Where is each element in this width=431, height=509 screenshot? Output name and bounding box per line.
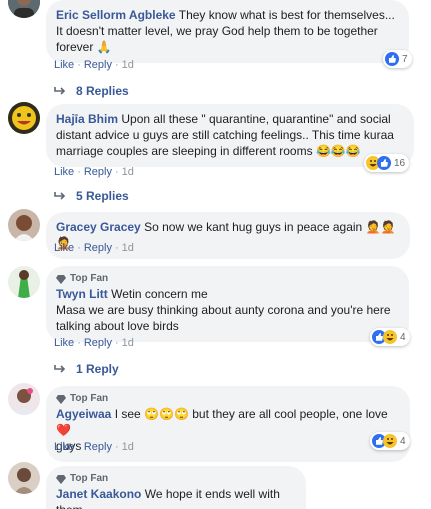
like-link[interactable]: Like	[54, 242, 74, 254]
separator-dot: ·	[114, 166, 119, 178]
comment-text: I see	[114, 407, 141, 421]
haha-icon	[383, 330, 397, 344]
view-replies-link[interactable]: 8 Replies	[54, 84, 129, 98]
separator-dot: ·	[77, 166, 81, 178]
heart-emoji: ❤️	[56, 423, 71, 437]
diamond-icon	[56, 274, 66, 284]
comment-author[interactable]: Gracey Gracey	[56, 220, 141, 234]
avatar[interactable]	[8, 266, 40, 298]
reaction-summary[interactable]: 4	[370, 328, 410, 346]
separator-dot: ·	[77, 59, 81, 71]
reaction-count: 7	[402, 53, 408, 65]
replies-label: 8 Replies	[76, 84, 129, 98]
comment-bubble: Eric Sellorm Agbleke They know what is b…	[46, 0, 409, 63]
haha-icon	[383, 434, 397, 448]
pray-emoji: 🙏	[96, 40, 112, 54]
comment-actions: Like · Reply · 1d	[54, 59, 134, 71]
separator-dot: ·	[114, 441, 119, 453]
laughing-emoji: 😂😂😂	[315, 144, 361, 158]
timestamp[interactable]: 1d	[122, 242, 134, 254]
replies-label: 5 Replies	[76, 189, 129, 203]
like-icon	[377, 156, 391, 170]
separator-dot: ·	[77, 242, 81, 254]
avatar[interactable]	[8, 102, 40, 134]
reaction-count: 16	[394, 157, 406, 169]
replies-label: 1 Reply	[76, 362, 119, 376]
reaction-count: 4	[400, 331, 406, 343]
top-fan-badge: Top Fan	[56, 393, 400, 405]
diamond-icon	[56, 474, 66, 484]
like-link[interactable]: Like	[54, 59, 74, 71]
comment-text: Wetin concern me	[111, 287, 208, 301]
top-fan-badge: Top Fan	[56, 273, 399, 285]
separator-dot: ·	[77, 337, 81, 349]
separator-dot: ·	[114, 242, 119, 254]
comment-author[interactable]: Hajīa Bhim	[56, 112, 118, 126]
reaction-summary[interactable]: 4	[370, 432, 410, 450]
comment-actions: Like · Reply · 1d	[54, 242, 134, 254]
view-replies-link[interactable]: 5 Replies	[54, 189, 129, 203]
comment-bubble: Hajīa Bhim Upon all these " quarantine, …	[46, 104, 414, 167]
comment-actions: Like · Reply · 1d	[54, 441, 134, 453]
separator-dot: ·	[114, 59, 119, 71]
reply-arrow-icon	[54, 87, 66, 95]
comment-author[interactable]: Twyn Litt	[56, 287, 108, 301]
avatar[interactable]	[8, 209, 40, 241]
reply-link[interactable]: Reply	[84, 166, 112, 178]
comment-text: So now we kant hug guys in peace again	[144, 220, 363, 234]
avatar[interactable]	[8, 462, 40, 494]
reply-link[interactable]: Reply	[84, 242, 112, 254]
view-replies-link[interactable]: 1 Reply	[54, 362, 119, 376]
reaction-summary[interactable]: 7	[383, 50, 412, 68]
like-link[interactable]: Like	[54, 337, 74, 349]
reply-arrow-icon	[54, 365, 66, 373]
comment-author[interactable]: Janet Kaakono	[56, 487, 141, 501]
reply-link[interactable]: Reply	[84, 59, 112, 71]
top-fan-badge: Top Fan	[56, 473, 296, 485]
like-icon	[385, 52, 399, 66]
comment-bubble: Top Fan Janet Kaakono We hope it ends we…	[46, 466, 306, 509]
reply-link[interactable]: Reply	[84, 441, 112, 453]
avatar[interactable]	[8, 383, 40, 415]
comment-actions: Like · Reply · 1d	[54, 337, 134, 349]
reaction-summary[interactable]: 16	[364, 154, 410, 172]
comment-text: but they are all cool people, one love	[192, 407, 388, 421]
separator-dot: ·	[114, 337, 119, 349]
timestamp[interactable]: 1d	[122, 59, 134, 71]
avatar[interactable]	[8, 0, 40, 18]
reaction-count: 4	[400, 435, 406, 447]
timestamp[interactable]: 1d	[122, 166, 134, 178]
reply-arrow-icon	[54, 192, 66, 200]
reply-link[interactable]: Reply	[84, 337, 112, 349]
comment-author[interactable]: Agyeiwaa	[56, 407, 111, 421]
separator-dot: ·	[77, 441, 81, 453]
comment-actions: Like · Reply · 1d	[54, 166, 134, 178]
diamond-icon	[56, 394, 66, 404]
timestamp[interactable]: 1d	[122, 441, 134, 453]
like-link[interactable]: Like	[54, 166, 74, 178]
timestamp[interactable]: 1d	[122, 337, 134, 349]
like-link[interactable]: Like	[54, 441, 74, 453]
comment-author[interactable]: Eric Sellorm Agbleke	[56, 8, 176, 22]
comment-bubble: Top Fan Twyn Litt Wetin concern me Masa …	[46, 266, 409, 342]
comment-text: Masa we are busy thinking about aunty co…	[56, 303, 391, 333]
eye-roll-emoji: 🙄🙄🙄	[144, 407, 189, 421]
